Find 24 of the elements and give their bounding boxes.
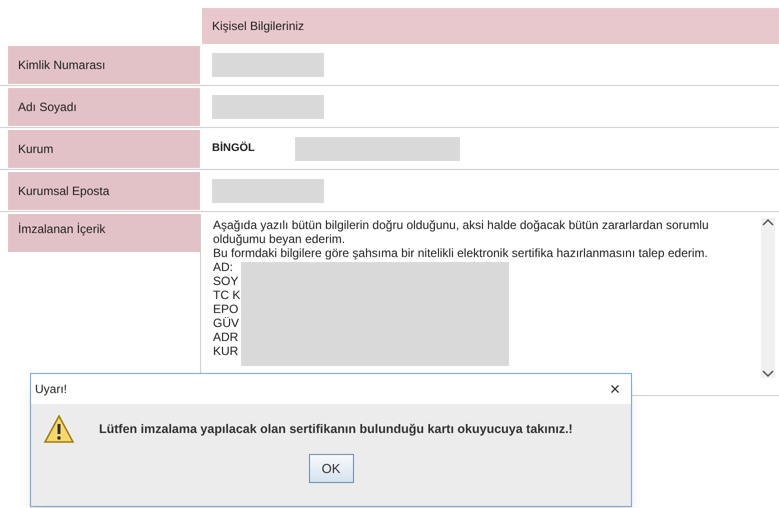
chevron-down-icon[interactable] xyxy=(762,370,774,378)
section-header: Kişisel Bilgileriniz xyxy=(202,8,779,44)
ok-button[interactable]: OK xyxy=(308,454,354,483)
dialog-title: Uyarı! xyxy=(35,381,68,398)
close-button[interactable]: × xyxy=(603,380,627,398)
field-label: Kimlik Numarası xyxy=(8,46,200,84)
content-text: Aşağıda yazılı bütün bilgilerin doğru olduğunu, aksi halde doğacak bütün zararlardan sorumlu olduğumu beyan ederim. xyxy=(213,218,710,246)
content-text: Bu formdaki bilgilere göre şahsıma bir nitelikli elektronik sertifika hazırlanmasını talep ederim. xyxy=(213,246,709,260)
content-text: SOY xyxy=(213,274,240,288)
field-label: İmzalanan İçerik xyxy=(8,214,200,252)
chevron-up-icon[interactable] xyxy=(762,218,774,226)
content-text: KUR xyxy=(213,344,240,358)
dialog-message: Lütfen imzalama yapılacak olan sertifikanın bulunduğu kartı okuyucuya takınız.! xyxy=(99,420,573,438)
content-text: GÜV xyxy=(213,316,240,330)
content-text: ADR xyxy=(213,330,240,344)
scrollbar[interactable] xyxy=(761,218,775,378)
field-label: Kurumsal Eposta xyxy=(8,172,200,210)
field-value: BİNGÖL xyxy=(212,140,255,156)
field-label: Kurum xyxy=(8,130,200,168)
warning-icon xyxy=(43,414,75,444)
content-text: TC K xyxy=(213,288,242,302)
content-text: AD: xyxy=(213,260,234,274)
field-label: Adı Soyadı xyxy=(8,88,200,126)
content-text: EPO xyxy=(213,302,240,316)
